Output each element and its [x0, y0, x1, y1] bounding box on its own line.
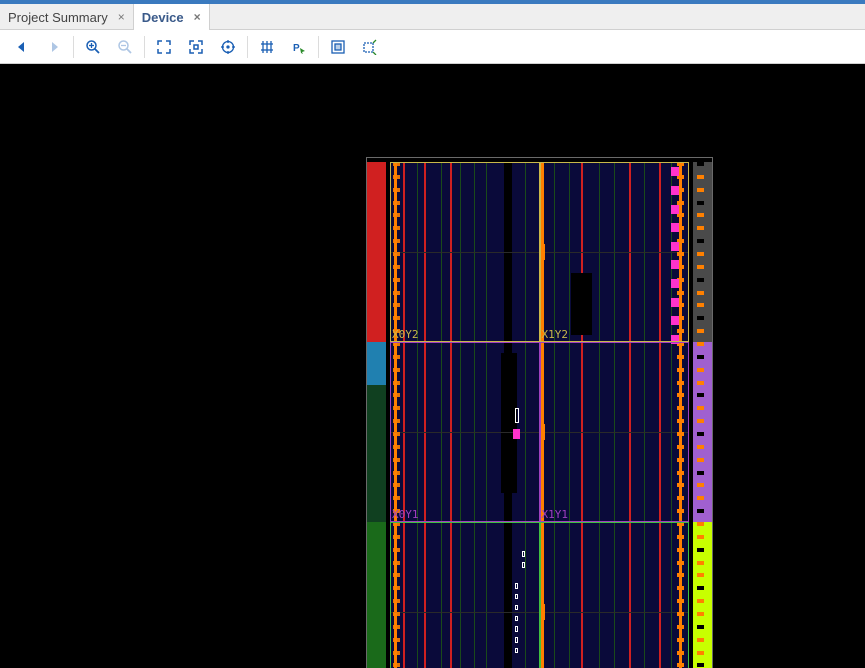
io-bank-right [693, 522, 712, 668]
separator [144, 36, 145, 58]
resource-column [599, 162, 600, 668]
device-canvas[interactable]: X0Y2X1Y2X0Y1X1Y1X0Y0X1Y0 [0, 64, 865, 668]
show-congestion-button[interactable] [354, 33, 386, 61]
resource-column [671, 162, 672, 668]
io-bank-left [367, 522, 386, 668]
resource-column [474, 162, 475, 668]
close-icon[interactable]: × [194, 11, 201, 23]
placed-cell [522, 562, 526, 568]
placed-cell [522, 551, 526, 557]
show-tiles-button[interactable] [322, 33, 354, 61]
placed-cell [515, 583, 518, 588]
toolbar: P [0, 30, 865, 64]
clock-buffer [539, 424, 545, 440]
resource-column [441, 162, 442, 668]
routing-resources-button[interactable] [251, 33, 283, 61]
io-bank-left [367, 162, 386, 342]
zoom-area-button[interactable] [180, 33, 212, 61]
resource-column [394, 162, 397, 668]
placed-cell [515, 626, 518, 631]
separator [247, 36, 248, 58]
resource-column [403, 162, 405, 668]
resource-column [644, 162, 645, 668]
io-bank-left [367, 342, 386, 385]
svg-text:P: P [293, 43, 300, 54]
select-primitive-button[interactable]: P [283, 33, 315, 61]
placed-cell [515, 648, 518, 653]
resource-column [554, 162, 555, 668]
placed-cell [513, 429, 520, 439]
placed-cell [515, 616, 518, 621]
zoom-in-button[interactable] [77, 33, 109, 61]
placed-cell [515, 408, 519, 423]
tab-label: Project Summary [8, 10, 108, 25]
resource-column [450, 162, 452, 668]
placed-cell [515, 637, 518, 642]
placed-cell [515, 605, 518, 610]
empty-block [501, 353, 517, 493]
tab-bar: Project Summary × Device × [0, 4, 865, 30]
separator [73, 36, 74, 58]
zoom-out-button[interactable] [109, 33, 141, 61]
resource-column [679, 162, 682, 668]
resource-column [581, 162, 583, 668]
zoom-fit-button[interactable] [148, 33, 180, 61]
clock-buffer [539, 604, 545, 620]
tab-label: Device [142, 10, 184, 25]
separator [318, 36, 319, 58]
resource-column [417, 162, 418, 668]
back-button[interactable] [6, 33, 38, 61]
resource-column [614, 162, 615, 668]
clock-buffer [539, 244, 545, 260]
fpga-die-view[interactable]: X0Y2X1Y2X0Y1X1Y1X0Y0X1Y0 [367, 158, 712, 668]
resource-column [629, 162, 631, 668]
forward-button[interactable] [38, 33, 70, 61]
resource-column [569, 162, 570, 668]
resource-column [486, 162, 487, 668]
resource-column [424, 162, 426, 668]
resource-column [540, 162, 544, 668]
empty-block [571, 273, 592, 335]
io-bank-left [367, 385, 386, 522]
resource-column [525, 162, 526, 668]
placed-cell [515, 594, 518, 599]
resource-column [659, 162, 661, 668]
resource-column [460, 162, 461, 668]
tab-device[interactable]: Device × [134, 4, 210, 30]
tab-project-summary[interactable]: Project Summary × [0, 4, 134, 30]
auto-fit-button[interactable] [212, 33, 244, 61]
close-icon[interactable]: × [118, 11, 125, 23]
